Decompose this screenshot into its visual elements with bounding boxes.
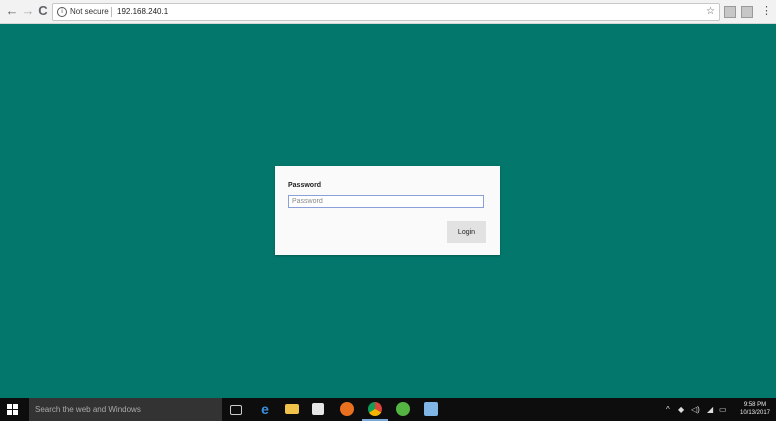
app-window-icon[interactable] bbox=[424, 402, 438, 416]
clock-date: 10/13/2017 bbox=[739, 410, 771, 416]
show-hidden-icons-icon[interactable]: ^ bbox=[666, 398, 670, 421]
back-icon[interactable]: ← bbox=[4, 3, 20, 19]
utorrent-icon[interactable] bbox=[396, 402, 410, 416]
store-icon[interactable] bbox=[312, 403, 324, 415]
browser-toolbar: ← → C i Not secure 192.168.240.1 ☆ ⋮ bbox=[0, 0, 776, 24]
volume-icon[interactable]: ◁) bbox=[691, 398, 700, 421]
task-view-icon[interactable] bbox=[230, 405, 242, 415]
info-icon: i bbox=[57, 7, 67, 17]
network-icon[interactable]: ◢ bbox=[707, 398, 713, 421]
login-card: Password Login bbox=[275, 166, 500, 255]
taskbar-search-box[interactable]: Search the web and Windows bbox=[29, 398, 222, 421]
edge-icon[interactable]: e bbox=[258, 402, 272, 416]
firefox-icon[interactable] bbox=[340, 402, 354, 416]
forward-icon[interactable]: → bbox=[20, 3, 36, 19]
taskbar-clock[interactable]: 9:58 PM 10/13/2017 bbox=[735, 401, 775, 417]
security-label: Not secure bbox=[70, 7, 109, 16]
password-label: Password bbox=[288, 182, 322, 189]
login-button[interactable]: Login bbox=[447, 221, 486, 243]
address-separator bbox=[111, 7, 112, 17]
address-bar[interactable]: i Not secure 192.168.240.1 ☆ bbox=[52, 3, 720, 21]
browser-menu-icon[interactable]: ⋮ bbox=[761, 4, 772, 18]
dropbox-icon[interactable]: ◆ bbox=[678, 398, 684, 421]
page-content: Password Login bbox=[0, 24, 776, 398]
cast-icon[interactable] bbox=[741, 6, 753, 18]
windows-taskbar: Search the web and Windows e ^ ◆ ◁) ◢ ▭ … bbox=[0, 398, 776, 421]
clock-time: 9:58 PM bbox=[743, 402, 767, 408]
chrome-icon[interactable] bbox=[368, 402, 382, 416]
security-indicator[interactable]: i Not secure bbox=[57, 4, 109, 20]
windows-start-icon[interactable] bbox=[7, 404, 18, 415]
notifications-icon[interactable]: ▭ bbox=[719, 398, 727, 421]
url-text[interactable]: 192.168.240.1 bbox=[117, 4, 168, 20]
password-input[interactable] bbox=[288, 195, 484, 208]
file-explorer-icon[interactable] bbox=[285, 404, 299, 414]
extension-icon[interactable] bbox=[724, 6, 736, 18]
bookmark-star-icon[interactable]: ☆ bbox=[706, 4, 715, 20]
reload-icon[interactable]: C bbox=[35, 3, 51, 19]
